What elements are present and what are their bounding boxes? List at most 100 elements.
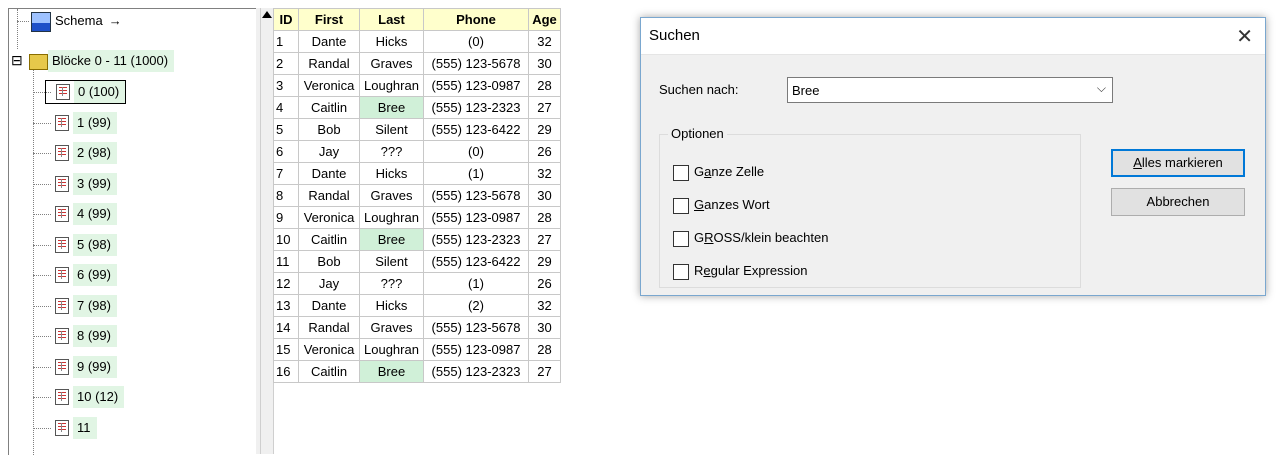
checkbox-box[interactable]: [673, 230, 689, 247]
table-row[interactable]: 13 Dante Hicks (2) 32: [273, 294, 561, 317]
table-cell[interactable]: Veronica: [298, 206, 360, 229]
tree-item[interactable]: 11: [53, 416, 97, 439]
table-cell[interactable]: (555) 123-5678: [423, 316, 529, 339]
option-checkbox[interactable]: Ganze Zelle: [673, 163, 764, 181]
tree-item[interactable]: 3 (99): [53, 172, 117, 195]
table-cell[interactable]: Graves: [359, 52, 424, 75]
table-cell[interactable]: Dante: [298, 30, 360, 53]
table-cell[interactable]: Bob: [298, 118, 360, 141]
column-header[interactable]: Last: [359, 8, 424, 31]
table-cell[interactable]: 10: [273, 228, 299, 251]
table-cell[interactable]: (555) 123-6422: [423, 118, 529, 141]
table-cell[interactable]: Graves: [359, 184, 424, 207]
column-header[interactable]: Phone: [423, 8, 529, 31]
table-cell[interactable]: Bree: [359, 96, 424, 119]
tree-item[interactable]: 7 (98): [53, 294, 117, 317]
table-cell[interactable]: (2): [423, 294, 529, 317]
tree-item[interactable]: 5 (98): [53, 233, 117, 256]
table-cell[interactable]: (0): [423, 140, 529, 163]
table-row[interactable]: 1 Dante Hicks (0) 32: [273, 30, 561, 53]
table-cell[interactable]: 27: [528, 96, 561, 119]
table-cell[interactable]: 30: [528, 184, 561, 207]
collapse-icon[interactable]: ⊟: [11, 49, 27, 71]
table-cell[interactable]: 9: [273, 206, 299, 229]
table-cell[interactable]: Jay: [298, 140, 360, 163]
table-cell[interactable]: 29: [528, 118, 561, 141]
table-cell[interactable]: 27: [528, 228, 561, 251]
tree-item[interactable]: 9 (99): [53, 355, 117, 378]
table-cell[interactable]: 28: [528, 74, 561, 97]
checkbox-box[interactable]: [673, 164, 689, 181]
table-cell[interactable]: 29: [528, 250, 561, 273]
table-cell[interactable]: Graves: [359, 316, 424, 339]
close-icon[interactable]: ✕: [1236, 24, 1253, 49]
table-cell[interactable]: Hicks: [359, 162, 424, 185]
table-cell[interactable]: 27: [528, 360, 561, 383]
table-cell[interactable]: Veronica: [298, 74, 360, 97]
table-row[interactable]: 12 Jay??? (1) 26: [273, 272, 561, 295]
table-cell[interactable]: Loughran: [359, 74, 424, 97]
table-cell[interactable]: 30: [528, 316, 561, 339]
table-cell[interactable]: Caitlin: [298, 228, 360, 251]
table-cell[interactable]: 11: [273, 250, 299, 273]
table-cell[interactable]: 32: [528, 294, 561, 317]
table-cell[interactable]: 12: [273, 272, 299, 295]
table-cell[interactable]: (1): [423, 272, 529, 295]
table-cell[interactable]: 2: [273, 52, 299, 75]
table-cell[interactable]: 7: [273, 162, 299, 185]
table-cell[interactable]: Hicks: [359, 294, 424, 317]
tree-item[interactable]: 2 (98): [53, 142, 117, 164]
checkbox-box[interactable]: [673, 197, 689, 214]
table-cell[interactable]: 5: [273, 118, 299, 141]
table-row[interactable]: 5 Bob Silent (555) 123-6422 29: [273, 118, 561, 141]
column-header[interactable]: ID: [273, 8, 299, 31]
table-row[interactable]: 9 Veronica Loughran (555) 123-0987 28: [273, 206, 561, 229]
search-combobox[interactable]: ⌵: [787, 77, 1113, 103]
option-checkbox[interactable]: Regular Expression: [673, 262, 807, 280]
chevron-down-icon[interactable]: ⌵: [1097, 81, 1106, 96]
table-row[interactable]: 16 Caitlin Bree (555) 123-2323 27: [273, 360, 561, 383]
table-cell[interactable]: Dante: [298, 294, 360, 317]
table-cell[interactable]: 6: [273, 140, 299, 163]
table-cell[interactable]: Silent: [359, 250, 424, 273]
table-cell[interactable]: Randal: [298, 316, 360, 339]
tree-item[interactable]: 6 (99): [53, 264, 117, 286]
table-cell[interactable]: (555) 123-6422: [423, 250, 529, 273]
table-row[interactable]: 8 Randal Graves (555) 123-5678 30: [273, 184, 561, 207]
table-cell[interactable]: Bree: [359, 360, 424, 383]
tree-item[interactable]: 10 (12): [53, 386, 125, 408]
table-cell[interactable]: (555) 123-2323: [423, 96, 529, 119]
table-cell[interactable]: Bob: [298, 250, 360, 273]
table-cell[interactable]: 28: [528, 206, 561, 229]
schema-node[interactable]: Schema →: [31, 10, 122, 32]
table-row[interactable]: 4 Caitlin Bree (555) 123-2323 27: [273, 96, 561, 119]
table-cell[interactable]: 4: [273, 96, 299, 119]
table-row[interactable]: 6 Jay??? (0) 26: [273, 140, 561, 163]
table-cell[interactable]: (555) 123-2323: [423, 228, 529, 251]
table-cell[interactable]: Caitlin: [298, 96, 360, 119]
column-header[interactable]: Age: [528, 8, 561, 31]
table-cell[interactable]: 16: [273, 360, 299, 383]
dialog-titlebar[interactable]: Suchen ✕: [641, 18, 1265, 55]
tree-item[interactable]: 0 (100): [45, 80, 127, 104]
table-cell[interactable]: 26: [528, 140, 561, 163]
table-cell[interactable]: 13: [273, 294, 299, 317]
table-cell[interactable]: (555) 123-0987: [423, 206, 529, 229]
table-cell[interactable]: Dante: [298, 162, 360, 185]
table-cell[interactable]: Hicks: [359, 30, 424, 53]
table-row[interactable]: 2 Randal Graves (555) 123-5678 30: [273, 52, 561, 75]
tree-root-node[interactable]: ⊟ Blöcke 0 - 11 (1000): [11, 49, 175, 72]
table-cell[interactable]: (0): [423, 30, 529, 53]
tree-item[interactable]: 4 (99): [53, 203, 117, 225]
table-cell[interactable]: Silent: [359, 118, 424, 141]
table-cell[interactable]: Bree: [359, 228, 424, 251]
table-cell[interactable]: Randal: [298, 52, 360, 75]
table-row[interactable]: 14 Randal Graves (555) 123-5678 30: [273, 316, 561, 339]
table-cell[interactable]: Jay: [298, 272, 360, 295]
table-cell[interactable]: (555) 123-0987: [423, 74, 529, 97]
column-header[interactable]: First: [298, 8, 360, 31]
search-input[interactable]: [792, 81, 1082, 99]
table-cell[interactable]: 8: [273, 184, 299, 207]
mark-all-button[interactable]: Alles markieren: [1111, 149, 1245, 177]
table-cell[interactable]: (1): [423, 162, 529, 185]
